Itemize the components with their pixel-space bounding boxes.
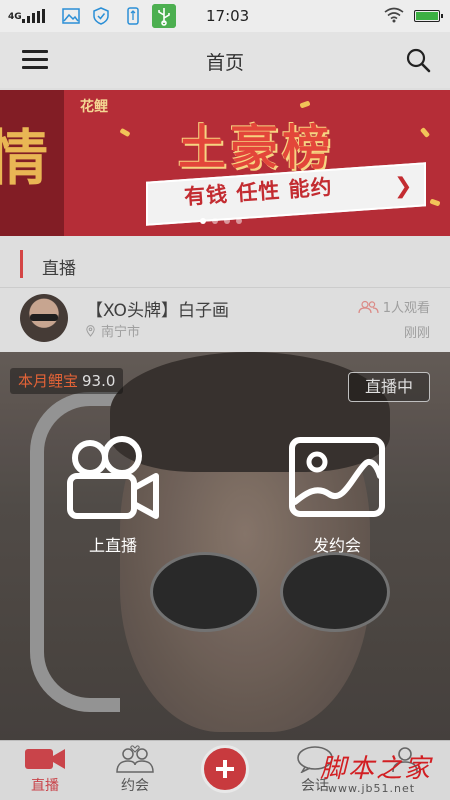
tab-live[interactable]: 直播 bbox=[0, 745, 90, 795]
action-overlay[interactable] bbox=[0, 88, 450, 740]
tab-dates[interactable]: 约会 bbox=[90, 745, 180, 795]
wifi-icon bbox=[384, 7, 404, 23]
tab-label: 会话 bbox=[301, 778, 329, 794]
status-bar: 4G 17:03 bbox=[0, 0, 450, 32]
battery-icon bbox=[414, 10, 443, 22]
go-live-button[interactable]: 上直播 bbox=[58, 436, 168, 556]
post-date-button[interactable]: 发约会 bbox=[282, 436, 392, 556]
picture-icon bbox=[289, 437, 385, 517]
user-icon bbox=[392, 747, 418, 773]
couple-icon bbox=[116, 745, 154, 773]
tab-label: 约会 bbox=[121, 778, 149, 794]
page-title: 首页 bbox=[205, 52, 244, 74]
search-icon[interactable] bbox=[404, 46, 432, 74]
clock: 17:03 bbox=[206, 7, 250, 25]
video-camera-icon bbox=[25, 749, 65, 769]
image-icon bbox=[62, 8, 80, 24]
tab-label: 直播 bbox=[31, 778, 59, 794]
shield-icon bbox=[93, 7, 109, 25]
signal-icon bbox=[22, 9, 45, 23]
tab-messages[interactable]: 会话 bbox=[270, 745, 360, 795]
menu-icon[interactable] bbox=[22, 50, 48, 70]
chat-bubble-icon bbox=[297, 746, 333, 773]
post-date-label: 发约会 bbox=[312, 536, 361, 555]
tab-profile[interactable] bbox=[360, 745, 450, 775]
network-type: 4G bbox=[8, 12, 22, 22]
app-header: 首页 bbox=[0, 32, 450, 88]
go-live-label: 上直播 bbox=[88, 536, 137, 555]
usb-debug-icon bbox=[152, 4, 176, 28]
video-camera-icon bbox=[67, 436, 159, 519]
usb-device-icon bbox=[127, 7, 139, 25]
publish-plus-button[interactable] bbox=[201, 745, 249, 793]
